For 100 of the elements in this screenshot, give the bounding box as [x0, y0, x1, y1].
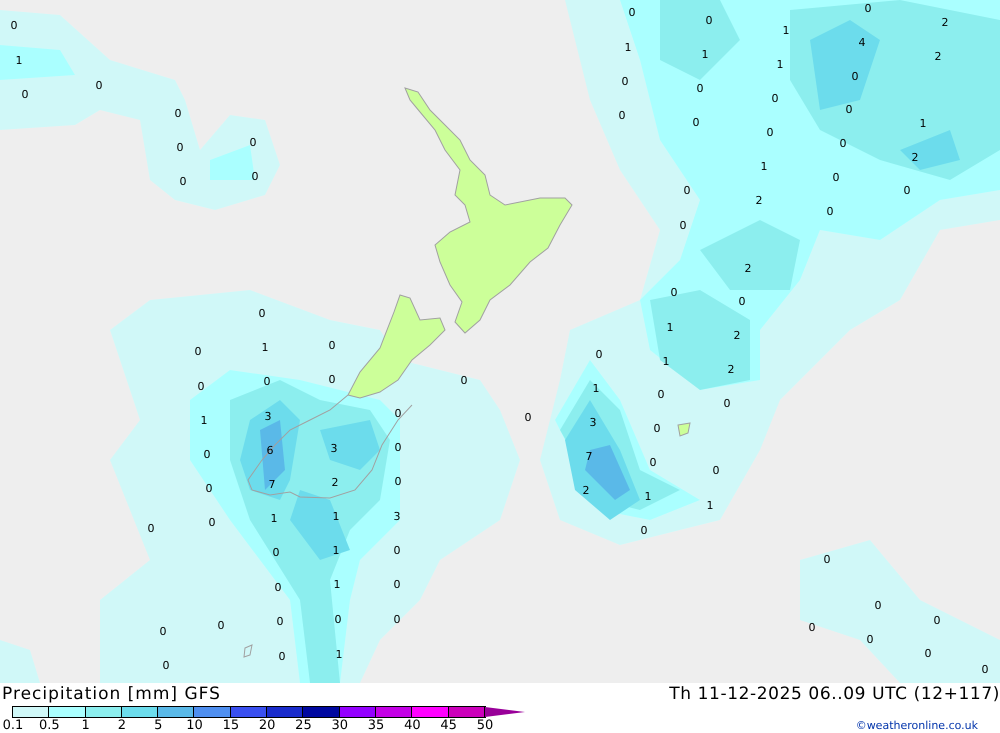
map-value-label: 1	[662, 356, 670, 368]
map-value-label: 1	[332, 545, 340, 557]
map-value-label: 2	[734, 330, 740, 342]
map-value-label: 0	[204, 449, 210, 461]
map-value-label: 0	[684, 185, 690, 197]
map-value-label: 0	[658, 389, 664, 401]
map-value-label: 1	[706, 500, 714, 512]
map-value-label: 0	[618, 110, 626, 122]
map-value-label: 1	[760, 161, 768, 173]
map-value-label: 0	[160, 626, 166, 638]
arrow-icon	[485, 707, 525, 717]
map-value-label: 2	[942, 17, 948, 29]
map-value-label: 0	[198, 381, 204, 393]
map-value-label: 0	[712, 465, 720, 477]
map-value-label: 0	[840, 138, 846, 150]
scale-tick-label: 10	[186, 719, 203, 733]
map-value-label: 0	[696, 83, 704, 95]
map-value-label: 0	[654, 423, 660, 435]
map-value-label: 4	[858, 37, 866, 49]
map-value-label: 0	[924, 648, 932, 660]
map-value-label: 0	[394, 614, 400, 626]
map-value-label: 1	[334, 579, 340, 591]
map-value-label: 0	[738, 296, 746, 308]
scale-tick-label: 1	[81, 719, 90, 733]
map-value-label: 0	[622, 76, 628, 88]
map-value-label: 1	[336, 649, 342, 661]
copyright-link[interactable]: ©weatheronline.co.uk	[856, 719, 978, 732]
map-value-label: 0	[252, 171, 258, 183]
map-value-label: 1	[592, 383, 600, 395]
map-value-label: 0	[276, 616, 284, 628]
map-value-label: 0	[706, 15, 712, 27]
map-value-label: 7	[268, 479, 276, 491]
scale-tick-label: 20	[258, 719, 276, 733]
map-value-label: 2	[728, 364, 734, 376]
map-value-label: 0	[274, 582, 282, 594]
map-title: Precipitation [mm] GFS	[2, 684, 221, 704]
map-value-label: 3	[330, 443, 338, 455]
map-value-label: 0	[194, 346, 202, 358]
map-value-label: 0	[96, 80, 102, 92]
map-value-label: 0	[176, 142, 184, 154]
map-value-label: 0	[206, 483, 212, 495]
map-value-label: 3	[590, 417, 596, 429]
map-value-label: 1	[782, 25, 790, 37]
map-value-label: 0	[766, 127, 774, 139]
map-value-label: 0	[874, 600, 882, 612]
map-value-label: 0	[832, 172, 840, 184]
map-value-label: 0	[524, 412, 532, 424]
map-value-label: 0	[852, 71, 858, 83]
map-value-label: 0	[864, 3, 872, 15]
scale-tick-label: 45	[440, 719, 457, 733]
map-value-label: 6	[266, 445, 274, 457]
map-value-label: 0	[148, 523, 154, 535]
map-value-label: 1	[16, 55, 22, 67]
map-value-label: 0	[628, 7, 636, 19]
map-value-label: 0	[650, 457, 656, 469]
map-value-label: 1	[624, 42, 632, 54]
scale-tick-label: 0.5	[38, 719, 60, 733]
scale-tick-label: 25	[295, 719, 312, 733]
map-value-label: 0	[328, 340, 336, 352]
map-value-label: 7	[586, 451, 592, 463]
map-value-label: 0	[866, 634, 874, 646]
map-value-label: 1	[332, 511, 340, 523]
map-value-label: 0	[808, 622, 816, 634]
map-value-label: 0	[394, 408, 402, 420]
map-value-label: 0	[824, 554, 830, 566]
map-value-label: 0	[692, 117, 700, 129]
map-value-label: 1	[702, 49, 708, 61]
map-value-label: 1	[644, 491, 652, 503]
map-value-label: 0	[180, 176, 186, 188]
map-value-label: 1	[920, 118, 926, 130]
map-value-label: 2	[332, 477, 338, 489]
map-value-label: 1	[666, 322, 674, 334]
map-value-label: 0	[328, 374, 336, 386]
map-value-label: 0	[680, 220, 686, 232]
map-value-label: 2	[582, 485, 590, 497]
scale-tick-label: 2	[118, 719, 126, 733]
map-value-label: 0	[278, 651, 286, 663]
map-value-label: 0	[334, 614, 342, 626]
map-value-label: 0	[394, 442, 402, 454]
map-value-label: 0	[724, 398, 730, 410]
map-value-label: 0	[174, 108, 182, 120]
map-value-label: 0	[250, 137, 256, 149]
map-value-label: 1	[776, 59, 784, 71]
map-value-label: 0	[904, 185, 910, 197]
scale-tick-label: 30	[332, 719, 348, 733]
map-value-label: 0	[934, 615, 940, 627]
map-value-label: 0	[846, 104, 852, 116]
scale-tick-label: 50	[476, 719, 494, 733]
map-value-label: 0	[264, 376, 270, 388]
map-value-label: 0	[982, 664, 988, 676]
scale-tick-label: 5	[154, 719, 162, 733]
map-value-label: 0	[258, 308, 266, 320]
map-value-label: 0	[394, 476, 402, 488]
map-value-label: 2	[744, 263, 752, 275]
map-value-label: 0	[162, 660, 170, 672]
map-value-label: 3	[264, 411, 272, 423]
map-value-label: 0	[218, 620, 224, 632]
map-value-label: 0	[10, 20, 18, 32]
map-value-label: 2	[756, 195, 762, 207]
scale-tick-label: 15	[222, 719, 240, 733]
